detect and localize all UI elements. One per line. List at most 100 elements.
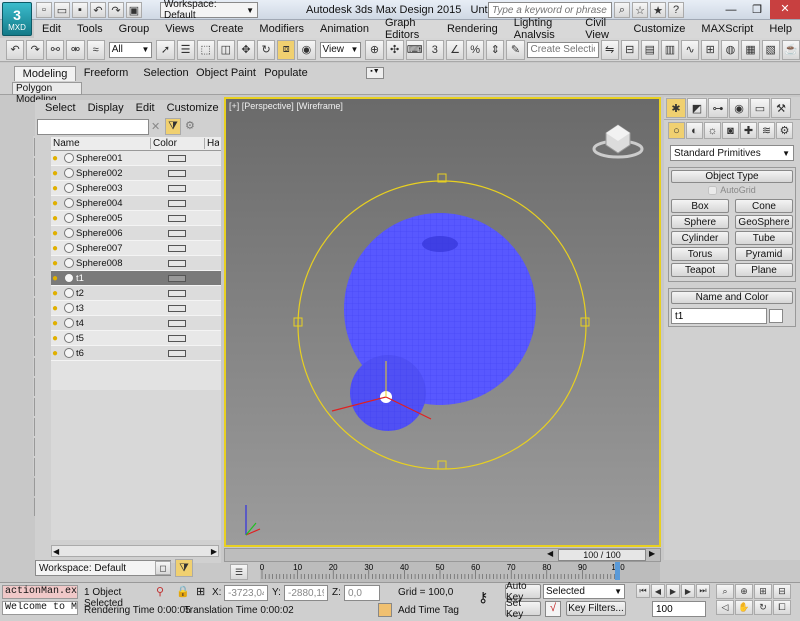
zoom-extents-all-icon[interactable]: ⊟: [773, 584, 791, 599]
table-row[interactable]: ● t4: [51, 316, 221, 331]
light-bulb-icon[interactable]: ●: [52, 333, 64, 344]
isolate-icon[interactable]: ⚲: [156, 585, 164, 598]
color-swatch[interactable]: [150, 259, 204, 267]
snap-toggle-icon[interactable]: 3: [425, 39, 444, 60]
align-icon[interactable]: ⊟: [620, 39, 639, 60]
color-swatch[interactable]: [150, 214, 204, 222]
minimize-icon[interactable]: —: [718, 4, 744, 16]
object-name-input[interactable]: [671, 308, 767, 324]
scale-icon[interactable]: ⧈: [277, 39, 296, 60]
ribbon-tab-selection[interactable]: Selection: [136, 66, 196, 80]
layer-manager-icon[interactable]: ▤: [640, 39, 659, 60]
table-row[interactable]: ● Sphere006: [51, 226, 221, 241]
key-filters-button[interactable]: Key Filters...: [566, 601, 626, 616]
freeze-icon[interactable]: [64, 183, 74, 193]
material-editor-icon[interactable]: ◍: [721, 39, 740, 60]
orbit-icon[interactable]: ↻: [754, 600, 772, 615]
rotate-icon[interactable]: ↻: [257, 39, 276, 60]
schematic-view-icon[interactable]: ⊞: [701, 39, 720, 60]
undo-icon[interactable]: ↶: [6, 39, 25, 60]
viewport-shading-menu[interactable]: [Wireframe]: [296, 101, 343, 111]
track-ruler[interactable]: 0102030405060708090100: [260, 562, 660, 582]
open-file-icon[interactable]: ▭: [54, 2, 70, 18]
freeze-icon[interactable]: [64, 243, 74, 253]
freeze-icon[interactable]: [64, 168, 74, 178]
pivot-center-icon[interactable]: ⊕: [365, 39, 384, 60]
maxscript-output[interactable]: Welcome to M: [2, 601, 78, 615]
clear-search-icon[interactable]: ✕: [151, 120, 160, 133]
light-bulb-icon[interactable]: ●: [52, 213, 64, 224]
viewport-canvas[interactable]: [226, 99, 659, 545]
move-icon[interactable]: ✥: [236, 39, 256, 60]
zoom-icon[interactable]: ⌕: [716, 584, 734, 599]
systems-icon[interactable]: ⚙: [776, 122, 793, 139]
menu-item-help[interactable]: Help: [761, 23, 800, 35]
object-type-header[interactable]: Object Type: [671, 170, 793, 183]
set-key-button[interactable]: Set Key: [505, 598, 541, 620]
menu-item-animation[interactable]: Animation: [312, 23, 377, 35]
maxscript-listener[interactable]: actionMan.ex: [2, 585, 78, 599]
autogrid-checkbox[interactable]: [708, 185, 718, 195]
lights-icon[interactable]: ☼: [704, 122, 721, 139]
viewport-plus-menu[interactable]: [+]: [229, 101, 239, 111]
spacewarps-icon[interactable]: ≋: [758, 122, 775, 139]
scroll-right-icon[interactable]: ▶: [211, 547, 217, 556]
color-swatch[interactable]: [150, 199, 204, 207]
time-slider[interactable]: ◀ 100 / 100 ▶: [224, 548, 661, 562]
table-row[interactable]: ● t3: [51, 301, 221, 316]
add-time-tag-icon[interactable]: [378, 603, 392, 617]
table-row[interactable]: ● t6: [51, 346, 221, 361]
color-swatch[interactable]: [150, 184, 204, 192]
plane-button[interactable]: Plane: [735, 263, 793, 277]
color-swatch[interactable]: [150, 229, 204, 237]
slider-right-icon[interactable]: ▶: [649, 549, 655, 558]
table-row[interactable]: ● Sphere001: [51, 151, 221, 166]
spinner-snap-icon[interactable]: ⇕: [486, 39, 505, 60]
light-bulb-icon[interactable]: ●: [52, 228, 64, 239]
helpers-icon[interactable]: ✚: [740, 122, 757, 139]
menu-item-views[interactable]: Views: [157, 23, 202, 35]
scene-workspace-dropdown[interactable]: Workspace: Default▼: [35, 560, 171, 576]
light-bulb-icon[interactable]: ●: [52, 168, 64, 179]
x-coordinate-input[interactable]: [224, 585, 268, 601]
freeze-icon[interactable]: [64, 288, 74, 298]
graphite-icon[interactable]: ▥: [660, 39, 680, 60]
table-row[interactable]: ● Sphere005: [51, 211, 221, 226]
play-icon[interactable]: ▶: [666, 584, 680, 598]
viewport[interactable]: [+] [Perspective] [Wireframe]: [224, 97, 661, 547]
name-color-header[interactable]: Name and Color: [671, 291, 793, 304]
current-frame-input[interactable]: [652, 601, 706, 617]
app-logo-button[interactable]: 3 MXD: [2, 2, 32, 36]
render-frame-icon[interactable]: ▧: [761, 39, 780, 60]
binoculars-icon[interactable]: ⌕: [614, 2, 630, 18]
timeline-current-frame[interactable]: [615, 562, 620, 580]
explorer-pin-icon[interactable]: ◻: [155, 561, 171, 575]
teapot-button[interactable]: Teapot: [671, 263, 729, 277]
color-swatch[interactable]: [150, 289, 204, 297]
star-icon[interactable]: ★: [650, 2, 666, 18]
render-icon[interactable]: ☕: [781, 39, 800, 60]
ribbon-tab-populate[interactable]: Populate: [256, 66, 316, 80]
scene-menu-display[interactable]: Display: [86, 102, 130, 114]
color-swatch[interactable]: [150, 154, 204, 162]
table-row[interactable]: ● Sphere008: [51, 256, 221, 271]
table-row[interactable]: ● t1: [51, 271, 221, 286]
scene-search-input[interactable]: [37, 119, 149, 135]
ribbon-options-icon[interactable]: ▪▼: [366, 67, 384, 79]
viewport-view-menu[interactable]: [Perspective]: [242, 101, 294, 111]
column-color[interactable]: Color: [151, 138, 205, 149]
key-tangent-icon[interactable]: √: [545, 601, 561, 617]
help-icon[interactable]: ?: [668, 2, 684, 18]
geosphere-button[interactable]: GeoSphere: [735, 215, 793, 229]
freeze-icon[interactable]: [64, 318, 74, 328]
pyramid-button[interactable]: Pyramid: [735, 247, 793, 261]
angle-snap-icon[interactable]: ∠: [445, 39, 465, 60]
object-color-swatch[interactable]: [769, 309, 783, 323]
ribbon-tab-modeling[interactable]: Modeling: [14, 65, 76, 81]
ref-coord-dropdown[interactable]: View ▼: [319, 41, 362, 58]
table-row[interactable]: ● t2: [51, 286, 221, 301]
next-frame-icon[interactable]: ▶: [681, 584, 695, 598]
lock-selection-icon[interactable]: 🔒: [176, 585, 190, 598]
zoom-extents-icon[interactable]: ⊞: [754, 584, 772, 599]
selection-filter-dropdown[interactable]: All ▼: [108, 41, 153, 58]
